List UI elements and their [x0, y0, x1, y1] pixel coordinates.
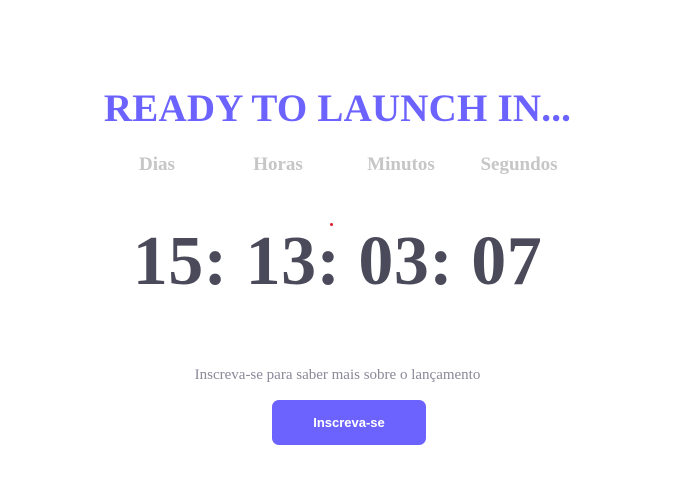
days-value: 15: [132, 223, 204, 300]
signup-text: Inscreva-se para saber mais sobre o lanç…: [194, 367, 481, 383]
countdown-labels: Dias Horas Minutos Segundos: [0, 152, 675, 178]
days-label: Dias: [139, 154, 175, 175]
minutes-label: Minutos: [367, 154, 435, 175]
separator: :: [429, 223, 454, 300]
signup-button[interactable]: Inscreva-se: [272, 400, 426, 445]
separator: :: [316, 223, 341, 300]
seconds-label: Segundos: [480, 154, 558, 175]
minutes-value: 03: [358, 223, 430, 300]
hours-label: Horas: [253, 154, 303, 175]
page-title: READY TO LAUNCH IN...: [103, 87, 572, 130]
seconds-value: 07: [471, 223, 543, 300]
separator: :: [203, 223, 228, 300]
hours-value: 13: [245, 223, 317, 300]
countdown-timer: 15: 13: 03: 07: [0, 222, 675, 302]
